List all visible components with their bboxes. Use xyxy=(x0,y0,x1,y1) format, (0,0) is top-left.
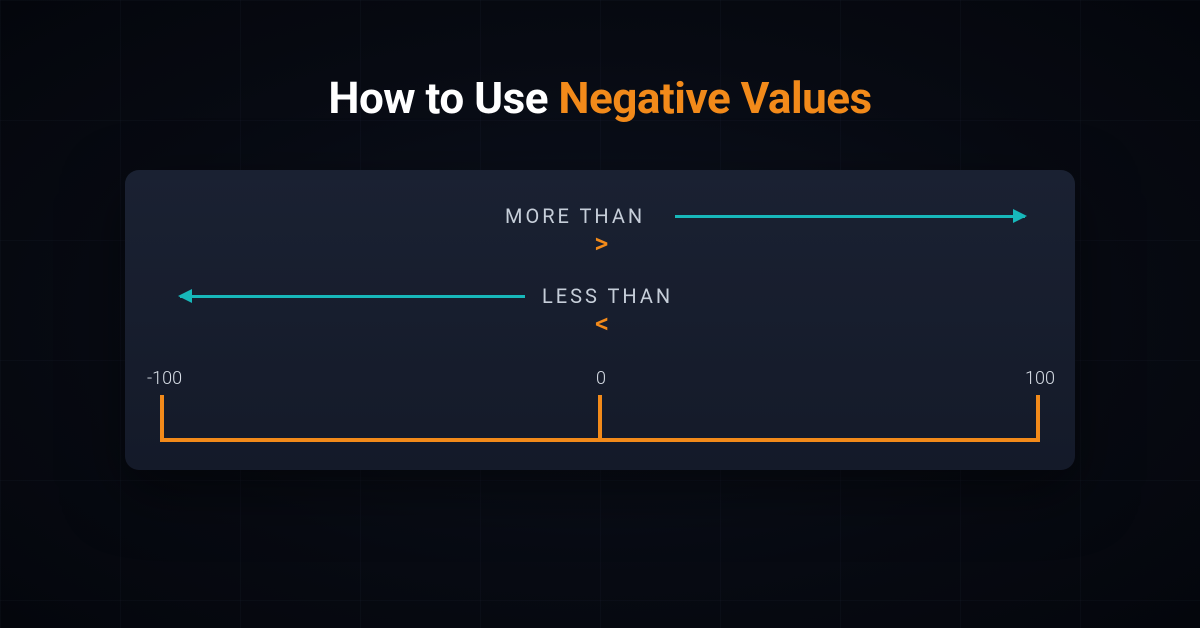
arrow-left-icon xyxy=(180,295,525,298)
title-prefix: How to Use xyxy=(328,72,558,124)
less-than-icon: < xyxy=(595,311,608,339)
tick-label-pos100: 100 xyxy=(1025,368,1055,389)
arrow-right-icon xyxy=(675,215,1025,218)
less-than-label: LESS THAN xyxy=(542,284,673,308)
diagram-panel: MORE THAN > LESS THAN < -100 0 100 xyxy=(125,170,1075,470)
page-title: How to Use Negative Values xyxy=(0,72,1200,124)
tick-label-neg100: -100 xyxy=(147,368,182,389)
greater-than-icon: > xyxy=(595,231,608,259)
tick-label-zero: 0 xyxy=(596,368,606,389)
title-accent: Negative Values xyxy=(558,72,871,124)
more-than-label: MORE THAN xyxy=(505,204,645,228)
number-line xyxy=(160,395,1040,445)
